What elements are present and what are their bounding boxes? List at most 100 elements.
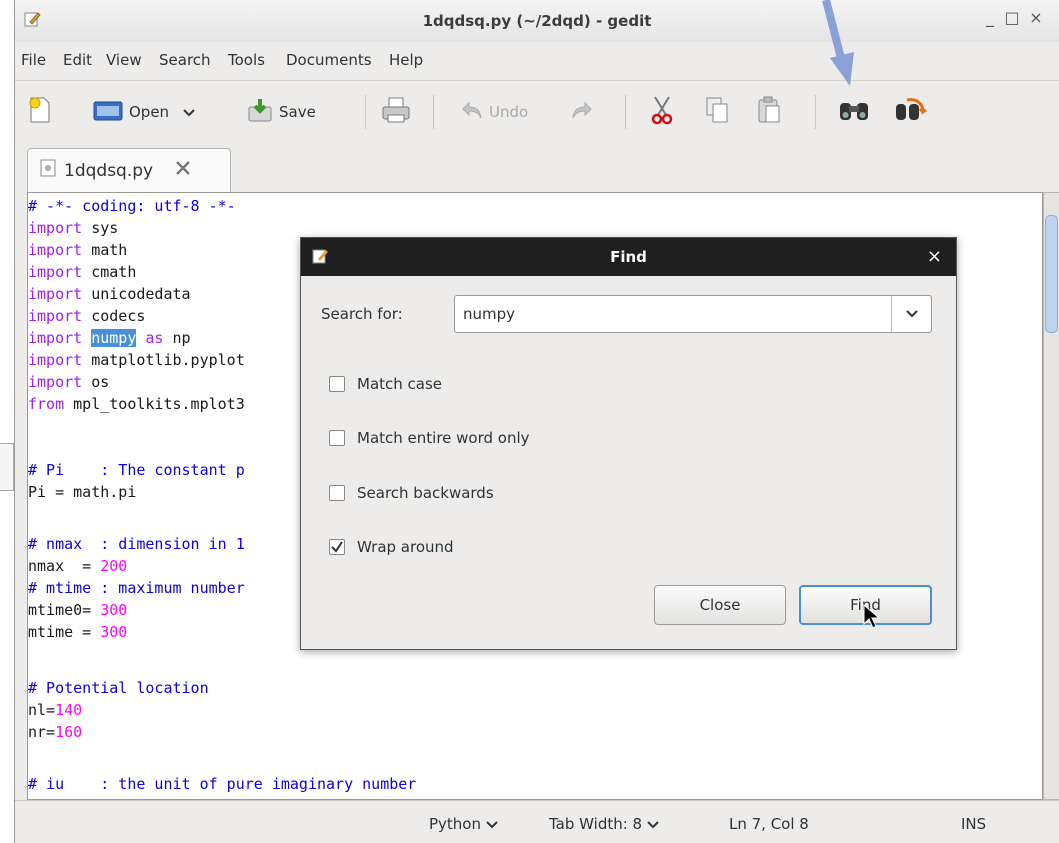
menu-bar: File Edit View Search Tools Documents He… [15, 42, 1059, 78]
match-word-option[interactable]: Match entire word only [329, 429, 530, 447]
undo-button[interactable]: Undo [461, 95, 528, 129]
cut-button[interactable] [649, 95, 675, 129]
match-case-checkbox[interactable] [329, 376, 345, 392]
copy-icon [705, 96, 729, 128]
vertical-scrollbar[interactable] [1043, 192, 1059, 800]
code-line-10: from mpl_toolkits.mplot3 [28, 395, 245, 413]
menu-tools[interactable]: Tools [228, 51, 265, 69]
code-line-7: import numpy as np [28, 329, 191, 347]
code-line-8: import matplotlib.pyplot [28, 351, 245, 369]
search-for-label: Search for: [321, 305, 403, 323]
match-case-option[interactable]: Match case [329, 375, 442, 393]
paste-icon [757, 96, 781, 128]
find-replace-button[interactable] [893, 95, 927, 129]
close-tab-icon[interactable] [175, 160, 191, 181]
find-replace-icon [893, 96, 927, 128]
mouse-cursor-icon [863, 603, 881, 634]
open-button[interactable]: Open [93, 95, 195, 129]
match-word-checkbox[interactable] [329, 430, 345, 446]
checkmark-icon [331, 541, 343, 553]
search-combo[interactable] [454, 295, 932, 333]
search-backwards-option[interactable]: Search backwards [329, 484, 494, 502]
search-backwards-checkbox[interactable] [329, 485, 345, 501]
code-line-3: import math [28, 241, 128, 259]
find-button[interactable] [837, 95, 871, 129]
open-label: Open [129, 103, 170, 121]
code-line-25: # iu : the unit of pure imaginary number [28, 775, 417, 793]
tab-label: 1dqdsq.py [64, 160, 154, 181]
menu-edit[interactable]: Edit [63, 51, 92, 69]
insert-mode: INS [961, 815, 987, 833]
maximize-button[interactable]: □ [1001, 8, 1023, 27]
code-line-17: # mtime : maximum number [28, 579, 245, 597]
save-icon [247, 97, 273, 127]
new-document-button[interactable] [27, 95, 53, 129]
code-line-21: # Potential location [28, 679, 209, 697]
document-icon [40, 159, 56, 182]
wrap-around-option[interactable]: Wrap around [329, 538, 454, 556]
scrollbar-thumb[interactable] [1045, 215, 1058, 333]
minimize-button[interactable]: _ [979, 8, 1001, 27]
title-bar: 1dqdsq.py (~/2dqd) - gedit _ □ × [15, 0, 1059, 42]
save-label: Save [279, 103, 316, 121]
binoculars-icon [837, 97, 871, 127]
code-line-22: nl=140 [28, 701, 83, 719]
tab-1dqdsq[interactable]: 1dqdsq.py [27, 148, 231, 192]
close-window-button[interactable]: × [1025, 8, 1047, 27]
close-button[interactable]: Close [654, 585, 786, 625]
menu-help[interactable]: Help [389, 51, 423, 69]
toolbar-separator [433, 95, 434, 129]
chevron-down-icon [647, 821, 659, 829]
wrap-around-checkbox[interactable] [329, 539, 345, 555]
dialog-close-icon[interactable]: × [927, 238, 942, 276]
code-line-6: import codecs [28, 307, 146, 325]
toolbar: Open Save Undo [15, 80, 1059, 142]
language-selector[interactable]: Python [429, 815, 498, 833]
search-backwards-label: Search backwards [357, 484, 494, 502]
tab-width-label: Tab Width: 8 [549, 815, 643, 833]
background-dropdown-edge [0, 443, 14, 491]
code-line-13: Pi = math.pi [28, 483, 137, 501]
code-line-15: # nmax : dimension in 1 [28, 535, 245, 553]
code-line-1: # -*- coding: utf-8 -*- [28, 197, 236, 215]
chevron-down-icon [486, 821, 498, 829]
copy-button[interactable] [705, 95, 729, 129]
annotation-arrow [820, 0, 860, 94]
code-line-23: nr=160 [28, 723, 83, 741]
code-line-9: import os [28, 373, 110, 391]
redo-button[interactable] [571, 95, 593, 129]
menu-view[interactable]: View [106, 51, 142, 69]
match-case-label: Match case [357, 375, 443, 393]
dialog-title: Find [301, 238, 956, 276]
tab-bar: 1dqdsq.py [15, 144, 1059, 192]
chevron-down-icon[interactable] [183, 103, 195, 121]
undo-label: Undo [489, 103, 529, 121]
search-history-dropdown[interactable] [891, 296, 931, 332]
toolbar-separator [815, 95, 816, 129]
paste-button[interactable] [757, 95, 781, 129]
tab-width-selector[interactable]: Tab Width: 8 [549, 815, 659, 833]
window-title: 1dqdsq.py (~/2dqd) - gedit [422, 12, 652, 30]
save-button[interactable]: Save [247, 95, 316, 129]
scissors-icon [649, 95, 675, 129]
open-folder-icon [93, 99, 123, 125]
redo-icon [571, 99, 593, 125]
code-line-16: nmax = 200 [28, 557, 128, 575]
search-match-highlight: numpy [91, 329, 137, 347]
search-input[interactable] [461, 302, 881, 326]
code-line-19: mtime = 300 [28, 623, 128, 641]
gedit-app-icon [311, 247, 329, 269]
chevron-down-icon [905, 310, 918, 318]
status-bar: Python Tab Width: 8 Ln 7, Col 8 INS [15, 800, 1059, 843]
menu-search[interactable]: Search [159, 51, 211, 69]
code-line-18: mtime0= 300 [28, 601, 128, 619]
toolbar-separator [625, 95, 626, 129]
cursor-position: Ln 7, Col 8 [729, 815, 809, 833]
printer-icon [381, 96, 411, 128]
code-line-12: # Pi : The constant p [28, 461, 245, 479]
menu-documents[interactable]: Documents [286, 51, 372, 69]
print-button[interactable] [381, 95, 411, 129]
language-label: Python [429, 815, 481, 833]
menu-file[interactable]: File [21, 51, 46, 69]
code-line-5: import unicodedata [28, 285, 191, 303]
